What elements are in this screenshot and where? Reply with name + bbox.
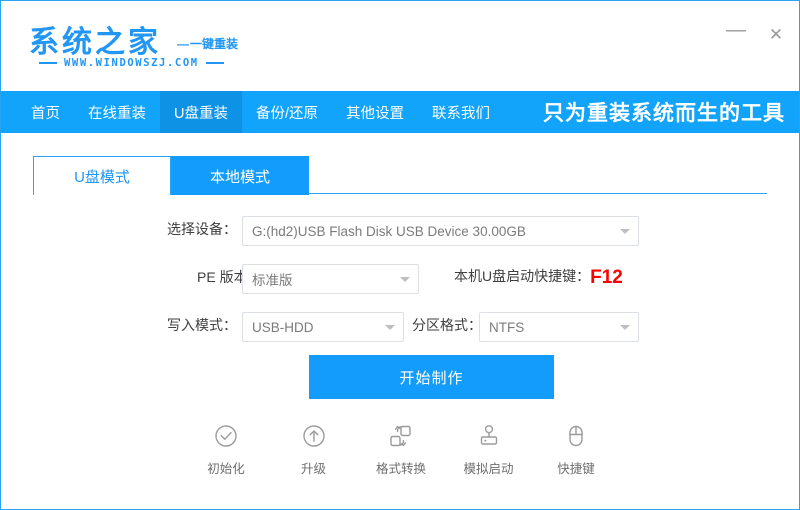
content-panel: U盘模式 本地模式 选择设备： G:(hd2)USB Flash Disk US…	[1, 133, 799, 509]
tool-initialize[interactable]: 初始化	[191, 421, 261, 477]
partition-format-select-value: NTFS	[489, 319, 525, 335]
chevron-down-icon	[620, 325, 630, 330]
mode-tabs: U盘模式 本地模式	[33, 155, 309, 195]
tool-initialize-label: 初始化	[207, 462, 245, 476]
nav-item-contact-us[interactable]: 联系我们	[418, 91, 504, 133]
boot-shortcut-label: 本机U盘启动快捷键：	[454, 268, 591, 284]
device-select-value: G:(hd2)USB Flash Disk USB Device 30.00GB	[252, 223, 526, 239]
nav-item-home[interactable]: 首页	[17, 91, 74, 133]
pe-version-select-value: 标准版	[252, 273, 293, 288]
logo-dash: —	[177, 37, 189, 51]
nav-item-backup-restore[interactable]: 备份/还原	[242, 91, 332, 133]
tab-local-mode[interactable]: 本地模式	[171, 156, 309, 195]
main-navigation: 首页 在线重装 U盘重装 备份/还原 其他设置 联系我们 只为重装系统而生的工具	[1, 91, 799, 133]
tools-row: 初始化 升级 格式转换 模拟启动 快捷键	[191, 421, 611, 477]
form-row-pe-version: PE 版本： 标准版 本机U盘启动快捷键：F12	[1, 256, 799, 296]
tool-format-convert-label: 格式转换	[375, 462, 426, 476]
convert-icon	[386, 421, 416, 451]
chevron-down-icon	[385, 325, 395, 330]
logo-subtitle-text: 一键重装	[190, 37, 239, 51]
tool-format-convert[interactable]: 格式转换	[366, 421, 436, 477]
title-bar: 系统之家 —一键重装 WWW.WINDOWSZJ.COM — ✕	[1, 1, 799, 91]
joystick-icon	[474, 421, 504, 451]
tab-underline	[309, 193, 767, 194]
tool-simulate-boot[interactable]: 模拟启动	[454, 421, 524, 477]
write-mode-select-value: USB-HDD	[252, 319, 314, 335]
tool-shortcut-key-label: 快捷键	[557, 462, 595, 476]
form-row-device: 选择设备： G:(hd2)USB Flash Disk USB Device 3…	[1, 208, 799, 248]
device-label: 选择设备：	[167, 221, 237, 237]
logo-title: 系统之家	[29, 26, 161, 59]
write-mode-select[interactable]: USB-HDD	[242, 312, 404, 342]
mouse-icon	[561, 421, 591, 451]
nav-slogan: 只为重装系统而生的工具	[543, 102, 785, 125]
boot-shortcut-info: 本机U盘启动快捷键：F12	[454, 266, 623, 289]
tool-upgrade-label: 升级	[300, 462, 326, 476]
app-window: 系统之家 —一键重装 WWW.WINDOWSZJ.COM — ✕ 首页 在线重装…	[0, 0, 800, 510]
logo-website-text: WWW.WINDOWSZJ.COM	[64, 57, 199, 69]
window-controls: — ✕	[723, 17, 789, 52]
tab-usb-mode[interactable]: U盘模式	[33, 156, 171, 195]
boot-shortcut-key: F12	[590, 267, 623, 288]
logo-rule-right	[205, 62, 224, 64]
tool-upgrade[interactable]: 升级	[279, 421, 349, 477]
app-logo: 系统之家 —一键重装 WWW.WINDOWSZJ.COM	[29, 17, 289, 77]
usb-settings-form: 选择设备： G:(hd2)USB Flash Disk USB Device 3…	[1, 208, 799, 352]
pe-version-select[interactable]: 标准版	[242, 264, 419, 294]
device-select[interactable]: G:(hd2)USB Flash Disk USB Device 30.00GB	[242, 216, 639, 246]
partition-format-label: 分区格式：	[412, 317, 482, 333]
partition-format-select[interactable]: NTFS	[479, 312, 639, 342]
start-make-button[interactable]: 开始制作	[309, 355, 554, 399]
logo-subtitle: —一键重装	[177, 35, 238, 52]
chevron-down-icon	[400, 277, 410, 282]
nav-item-other-settings[interactable]: 其他设置	[332, 91, 418, 133]
form-row-write-mode: 写入模式： USB-HDD 分区格式： NTFS	[1, 304, 799, 344]
nav-items: 首页 在线重装 U盘重装 备份/还原 其他设置 联系我们	[1, 91, 504, 133]
minimize-button[interactable]: —	[723, 17, 749, 52]
check-circle-icon	[211, 421, 241, 451]
close-button[interactable]: ✕	[763, 22, 789, 48]
tool-simulate-boot-label: 模拟启动	[463, 462, 514, 476]
logo-rule-left	[39, 62, 57, 64]
write-mode-label: 写入模式：	[167, 317, 237, 333]
logo-website: WWW.WINDOWSZJ.COM	[39, 57, 224, 69]
nav-item-usb-reinstall[interactable]: U盘重装	[160, 91, 242, 133]
arrow-up-circle-icon	[299, 421, 329, 451]
nav-item-online-reinstall[interactable]: 在线重装	[74, 91, 160, 133]
chevron-down-icon	[620, 229, 630, 234]
tool-shortcut-key[interactable]: 快捷键	[541, 421, 611, 477]
